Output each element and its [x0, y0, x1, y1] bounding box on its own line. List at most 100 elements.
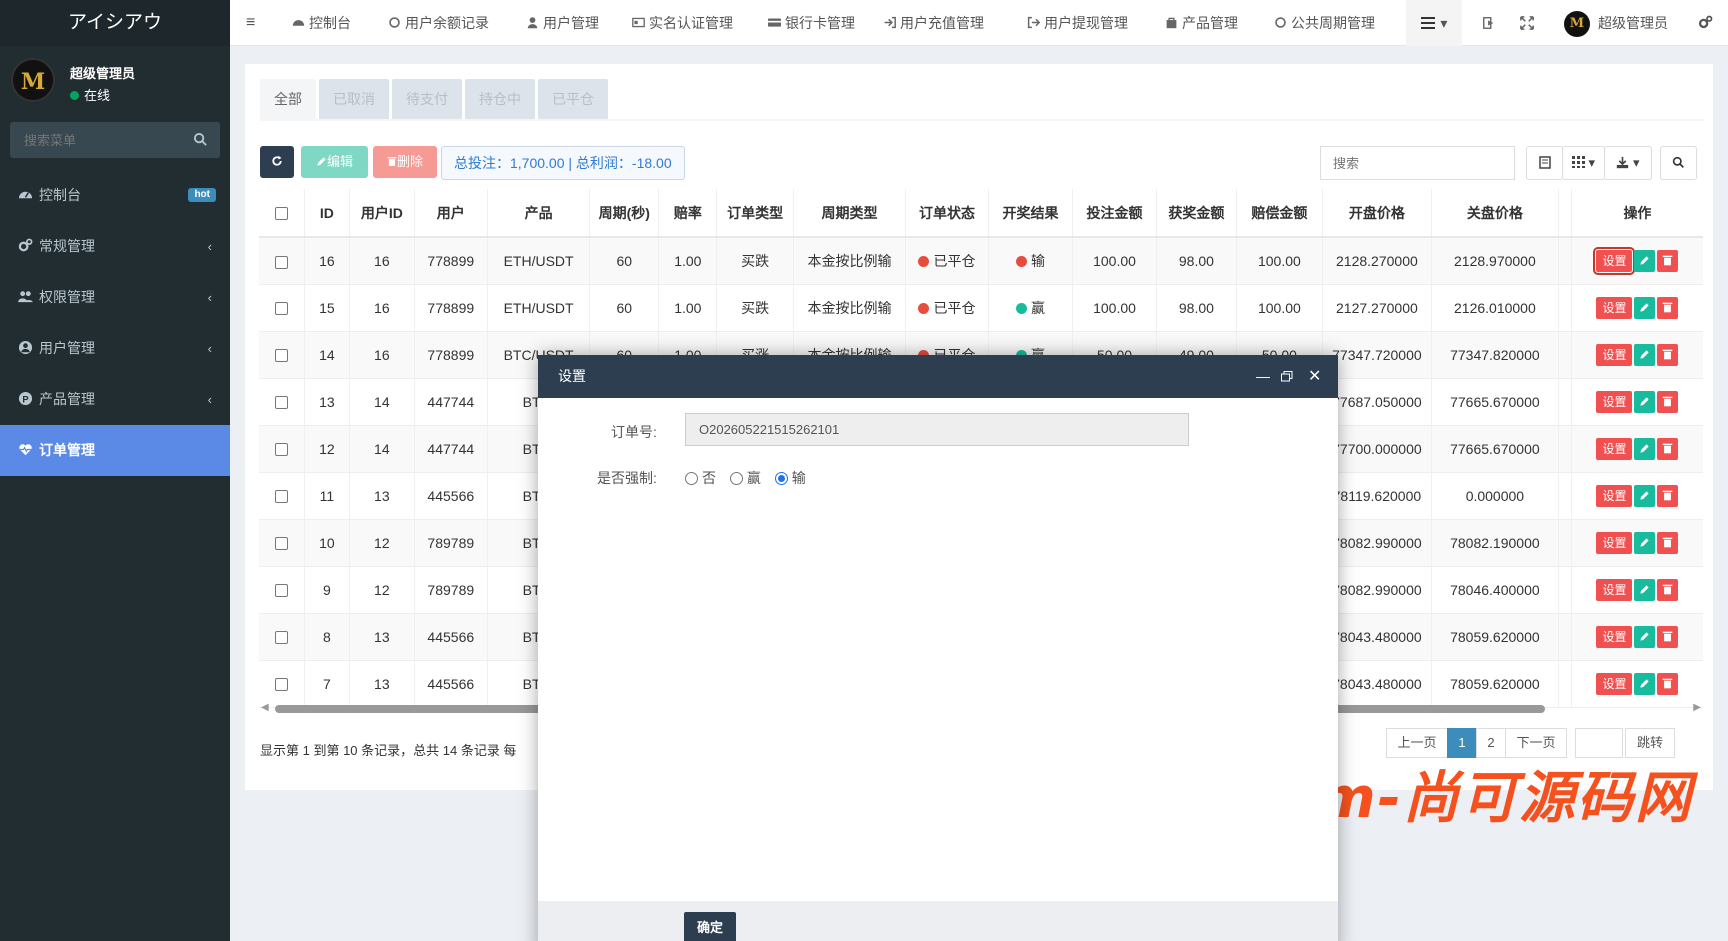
column-header[interactable]: 投注金额: [1072, 189, 1158, 238]
topnav-public-cycles[interactable]: 公共周期管理: [1274, 0, 1375, 46]
topnav-users[interactable]: 用户管理: [526, 0, 599, 46]
delete-row-button[interactable]: [1657, 343, 1679, 366]
minimize-icon[interactable]: —: [1256, 355, 1270, 398]
delete-row-button[interactable]: [1657, 672, 1679, 695]
column-header[interactable]: 赔率: [658, 189, 718, 238]
radio-option-no[interactable]: 否: [685, 470, 716, 486]
fullscreen-icon[interactable]: [1520, 0, 1534, 46]
edit-row-button[interactable]: [1634, 625, 1656, 648]
sidebar-item-general[interactable]: 常规管理 ‹: [0, 221, 230, 272]
sidebar-search-input[interactable]: [10, 122, 220, 158]
table-row[interactable]: 16 16 778899 ETH/USDT 60 1.00 买跌 本金按比例输 已平仓输 100.…: [259, 237, 1703, 285]
delete-row-button[interactable]: [1657, 531, 1679, 554]
set-button[interactable]: 设置: [1596, 531, 1633, 554]
row-checkbox[interactable]: [259, 660, 305, 708]
column-header[interactable]: 获奖金额: [1156, 189, 1237, 238]
columns-dropdown[interactable]: ▾: [1562, 146, 1605, 180]
tab-holding[interactable]: 持仓中: [465, 79, 535, 119]
radio-circle-icon[interactable]: [685, 472, 698, 485]
tab-pending-payment[interactable]: 待支付: [392, 79, 462, 119]
set-button[interactable]: 设置: [1596, 578, 1633, 601]
edit-row-button[interactable]: [1634, 390, 1656, 413]
menu-toggle-icon[interactable]: ≡: [246, 0, 255, 46]
delete-row-button[interactable]: [1657, 625, 1679, 648]
confirm-button[interactable]: 确定: [684, 912, 736, 941]
edit-row-button[interactable]: [1634, 437, 1656, 460]
column-header[interactable]: 产品: [487, 189, 591, 238]
table-row[interactable]: 15 16 778899 ETH/USDT 60 1.00 买跌 本金按比例输 已平仓赢 100.…: [259, 284, 1703, 332]
search-icon[interactable]: [193, 132, 208, 147]
edit-row-button[interactable]: [1634, 531, 1656, 554]
scroll-left-arrow-icon[interactable]: ◀: [261, 702, 269, 713]
topnav-balance-records[interactable]: 用户余额记录: [388, 0, 489, 46]
tab-closed[interactable]: 已平仓: [538, 79, 608, 119]
column-header[interactable]: 订单状态: [905, 189, 989, 238]
edit-row-button[interactable]: [1634, 484, 1656, 507]
close-icon[interactable]: ✕: [1308, 355, 1321, 398]
topnav-products[interactable]: 产品管理: [1165, 0, 1238, 46]
row-checkbox[interactable]: [259, 378, 305, 426]
delete-row-button[interactable]: [1657, 249, 1679, 272]
sidebar-item-dashboard[interactable]: 控制台 hot: [0, 170, 230, 221]
delete-row-button[interactable]: [1657, 578, 1679, 601]
set-button[interactable]: 设置: [1596, 437, 1633, 460]
more-menu-dropdown[interactable]: ▾: [1406, 0, 1462, 46]
maximize-icon[interactable]: [1281, 355, 1293, 398]
row-checkbox[interactable]: [259, 613, 305, 661]
edit-row-button[interactable]: [1634, 578, 1656, 601]
sidebar-item-permissions[interactable]: 权限管理 ‹: [0, 272, 230, 323]
clear-cache-icon[interactable]: [1482, 0, 1496, 46]
column-header[interactable]: 订单类型: [716, 189, 794, 238]
edit-button[interactable]: 编辑: [301, 146, 368, 178]
topnav-recharge[interactable]: 用户充值管理: [883, 0, 984, 46]
set-button[interactable]: 设置: [1593, 246, 1636, 275]
column-header[interactable]: 操作: [1571, 189, 1703, 238]
sidebar-search[interactable]: [10, 122, 220, 158]
set-button[interactable]: 设置: [1596, 484, 1633, 507]
sidebar-item-orders[interactable]: 订单管理: [0, 425, 230, 476]
delete-row-button[interactable]: [1657, 296, 1679, 319]
topnav-withdraw[interactable]: 用户提现管理: [1027, 0, 1128, 46]
column-header[interactable]: 用户: [414, 189, 488, 238]
sidebar-item-users[interactable]: 用户管理 ‹: [0, 323, 230, 374]
radio-checked-icon[interactable]: [774, 472, 788, 485]
sidebar-item-products[interactable]: P 产品管理 ‹: [0, 374, 230, 425]
radio-option-win[interactable]: 赢: [729, 470, 761, 486]
export-dropdown[interactable]: ▾: [1604, 146, 1652, 180]
row-checkbox[interactable]: [259, 237, 305, 285]
column-header[interactable]: ID: [304, 189, 351, 238]
edit-row-button[interactable]: [1634, 343, 1656, 366]
set-button[interactable]: 设置: [1596, 625, 1633, 648]
set-button[interactable]: 设置: [1596, 672, 1633, 695]
radio-circle-icon[interactable]: [729, 472, 743, 485]
row-checkbox[interactable]: [259, 519, 305, 567]
delete-row-button[interactable]: [1657, 484, 1679, 507]
topnav-real-name[interactable]: 实名认证管理: [632, 0, 733, 46]
row-checkbox[interactable]: [259, 425, 305, 473]
column-header[interactable]: 周期类型: [793, 189, 906, 238]
edit-row-button[interactable]: [1634, 672, 1656, 695]
refresh-button[interactable]: [260, 146, 294, 178]
edit-row-button[interactable]: [1634, 249, 1656, 272]
row-checkbox[interactable]: [259, 472, 305, 520]
column-header[interactable]: 开奖结果: [988, 189, 1074, 238]
scroll-right-arrow-icon[interactable]: ▶: [1693, 702, 1701, 713]
row-checkbox[interactable]: [259, 566, 305, 614]
delete-row-button[interactable]: [1657, 437, 1679, 460]
topnav-bank-cards[interactable]: 银行卡管理: [768, 0, 855, 46]
app-logo[interactable]: アイシアウ: [0, 0, 230, 46]
column-header[interactable]: 赔偿金额: [1236, 189, 1323, 238]
radio-option-lose[interactable]: 输: [774, 470, 806, 486]
delete-row-button[interactable]: [1657, 390, 1679, 413]
topnav-dashboard[interactable]: 控制台: [292, 0, 351, 46]
row-checkbox[interactable]: [259, 331, 305, 379]
select-all-checkbox[interactable]: [259, 189, 305, 238]
column-header[interactable]: 周期(秒): [589, 189, 660, 238]
set-button[interactable]: 设置: [1596, 343, 1633, 366]
order-no-field[interactable]: O202605221515262101: [685, 413, 1189, 446]
tab-cancelled[interactable]: 已取消: [319, 79, 389, 119]
set-button[interactable]: 设置: [1596, 390, 1633, 413]
toggle-view-button[interactable]: [1526, 146, 1563, 180]
set-button[interactable]: 设置: [1596, 296, 1633, 319]
admin-user-menu[interactable]: M 超级管理员: [1564, 0, 1668, 46]
